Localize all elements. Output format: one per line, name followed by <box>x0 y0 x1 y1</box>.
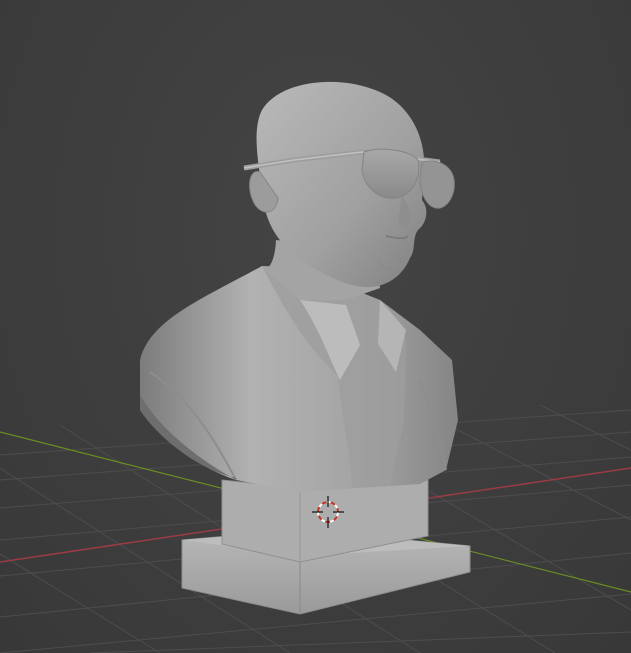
viewport-canvas[interactable] <box>0 0 631 653</box>
3d-viewport[interactable] <box>0 0 631 653</box>
right-lens <box>419 160 455 209</box>
